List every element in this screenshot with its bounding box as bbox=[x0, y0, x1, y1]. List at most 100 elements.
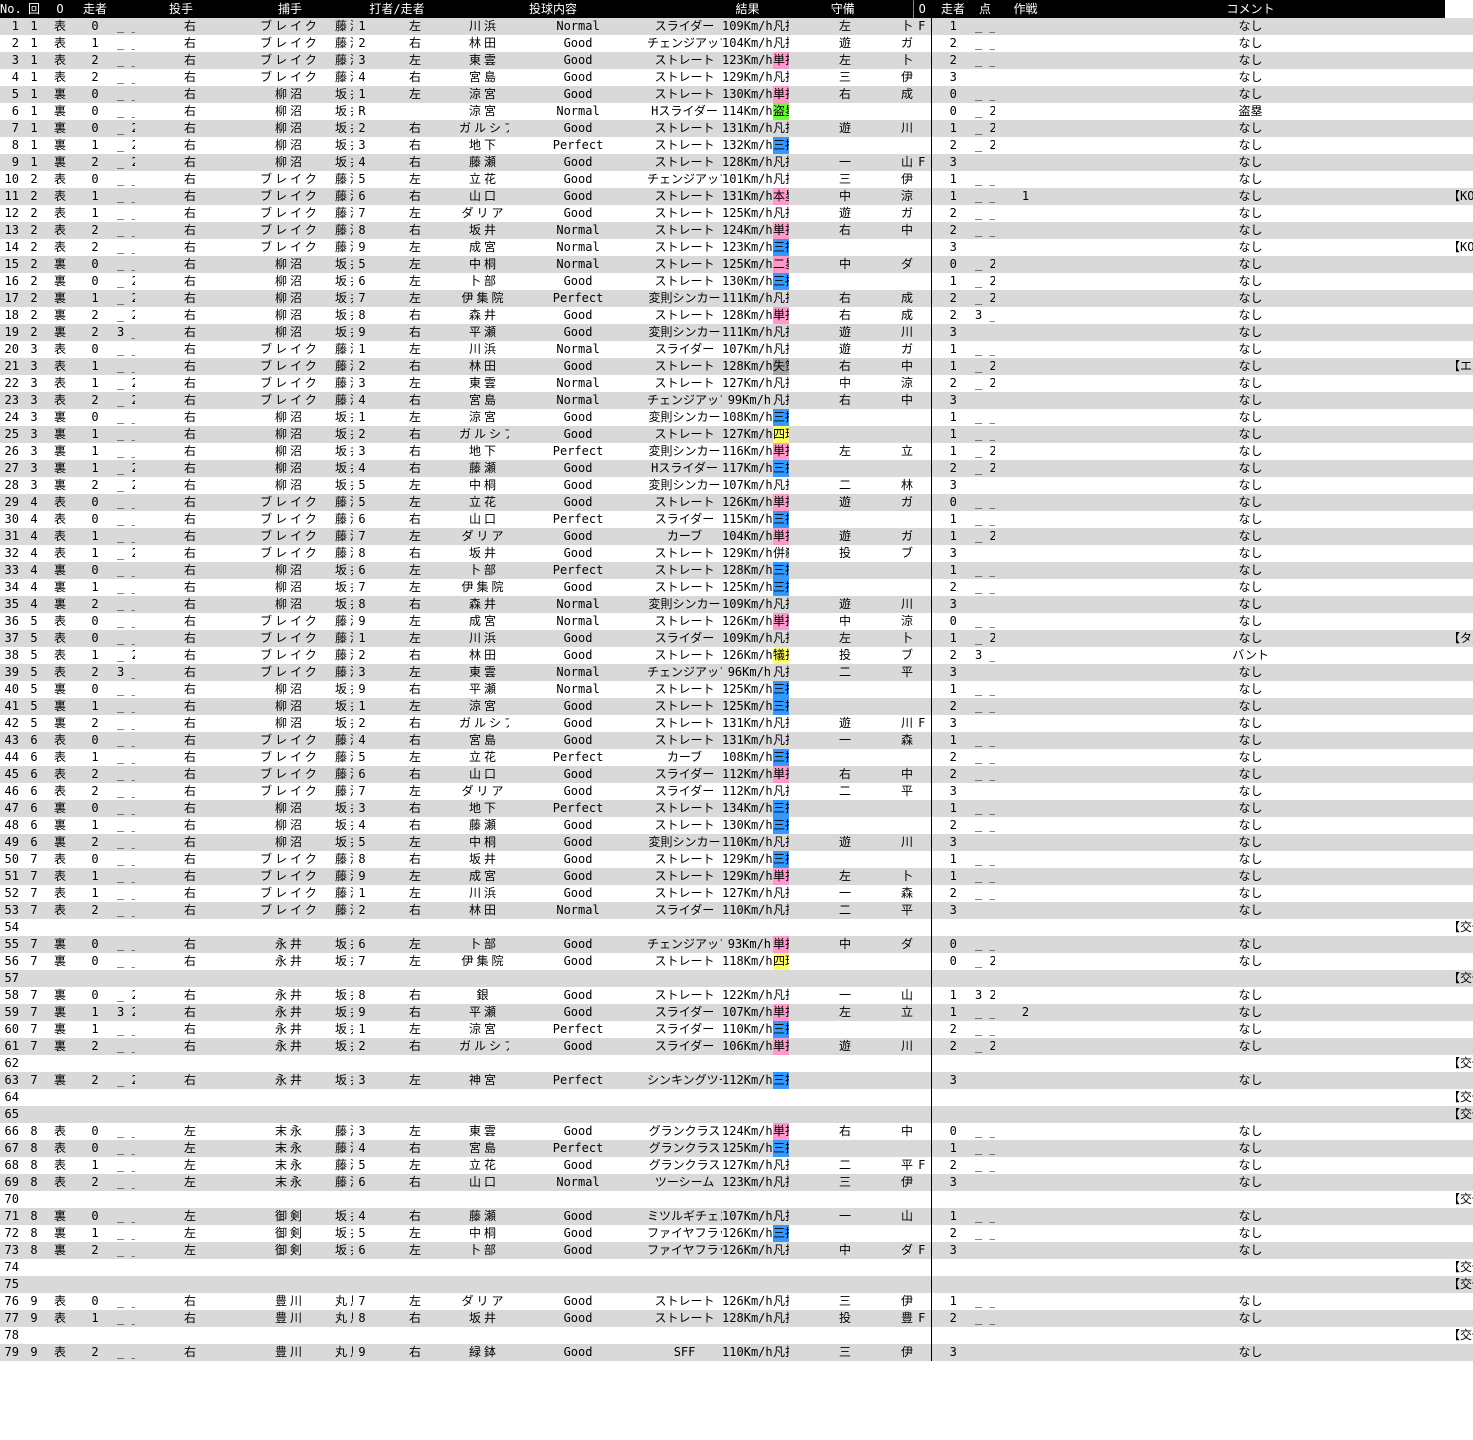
table-row[interactable]: 668表0_ _ _左末永藤瀬3左東雲Goodグランクラス124Km/h単打右中… bbox=[0, 1123, 1473, 1140]
table-row[interactable]: 799表2_ _ _右豊川丸馬9右緑鉢GoodSFF110Km/h凡打三伊集院3… bbox=[0, 1344, 1473, 1361]
table-row[interactable]: 233表2_ 2 _右ブレイク藤瀬4右宮島Normalチェンジアップ99Km/h… bbox=[0, 392, 1473, 409]
header-outs[interactable]: O bbox=[47, 0, 73, 18]
table-row[interactable]: 517表1_ _ _右ブレイク藤瀬9左成宮Goodストレート129Km/h単打左… bbox=[0, 868, 1473, 885]
table-row[interactable]: 304表0_ _ 1右ブレイク藤瀬6右山口Perfectスライダー115Km/h… bbox=[0, 511, 1473, 528]
table-row[interactable]: 21表1_ _ _右ブレイク藤瀬2右林田Goodチェンジアップ104Km/h凡打… bbox=[0, 35, 1473, 52]
header-comment[interactable]: コメント bbox=[1056, 0, 1446, 18]
header-speed[interactable] bbox=[647, 0, 723, 18]
table-row[interactable]: 425裏2_ _ _右柳沼坂井2右ガルシアGoodストレート131Km/h凡打遊… bbox=[0, 715, 1473, 732]
table-row[interactable]: 587裏0_ 2 1右永井坂井8右銀Goodストレート122Km/h凡打一山口1… bbox=[0, 987, 1473, 1004]
header-catcher[interactable]: 捕手 bbox=[245, 0, 336, 18]
header-result[interactable]: 結果 bbox=[722, 0, 774, 18]
inning-cell: 3 bbox=[21, 477, 47, 494]
table-row[interactable]: 283裏2_ 2 1右柳沼坂井5左中桐Good変則シンカー107Km/h凡打二林… bbox=[0, 477, 1473, 494]
table-row[interactable]: 213表1_ _ _右ブレイク藤瀬2右林田Goodストレート128Km/h失策右… bbox=[0, 358, 1473, 375]
header-inning[interactable]: 回 bbox=[21, 0, 47, 18]
table-row[interactable]: 152裏0_ _ _右柳沼坂井5左中桐Normalストレート125Km/h二塁打… bbox=[0, 256, 1473, 273]
table-row[interactable]: 507表0_ _ _右ブレイク藤瀬8右坂井Goodストレート129Km/h三振1… bbox=[0, 851, 1473, 868]
table-row[interactable]: 688表1_ _ 1左末永藤瀬5左立花Goodグランクラス127Km/h凡打二平… bbox=[0, 1157, 1473, 1174]
table-row[interactable]: 11表0_ _ _右ブレイク藤瀬1左川浜Normalスライダー109Km/h凡打… bbox=[0, 18, 1473, 35]
table-row[interactable]: 567裏0_ _ 1右永井坂井7左伊集院Goodストレート118Km/h四球0_… bbox=[0, 953, 1473, 970]
batting-order-cell: 3 bbox=[353, 52, 372, 69]
table-row[interactable]: 51裏0_ _ _右柳沼坂井1左涼宮Goodストレート130Km/h単打右成宮0… bbox=[0, 86, 1473, 103]
table-row[interactable]: 203表0_ _ _右ブレイク藤瀬1左川浜Normalスライダー107Km/h凡… bbox=[0, 341, 1473, 358]
table-row[interactable]: 436表0_ _ _右ブレイク藤瀬4右宮島Goodストレート131Km/h凡打一… bbox=[0, 732, 1473, 749]
table-row[interactable]: 182裏2_ 2 _右柳沼坂井8右森井Goodストレート128Km/h単打右成宮… bbox=[0, 307, 1473, 324]
table-row[interactable]: 718裏0_ _ _左御剣坂井4右藤瀬Goodミツルギチェンジ107Km/h凡打… bbox=[0, 1208, 1473, 1225]
table-row[interactable]: 324表1_ 2 1右ブレイク藤瀬8右坂井Goodストレート129Km/h併殺投… bbox=[0, 545, 1473, 562]
header-pitch[interactable]: 投球内容 bbox=[459, 0, 648, 18]
table-row[interactable]: 273裏1_ 2 1右柳沼坂井4右藤瀬GoodHスライダー117Km/h三振2_… bbox=[0, 460, 1473, 477]
table-row[interactable]: 54【交代】投手：柳沼→永井 bbox=[0, 919, 1473, 936]
header-defense[interactable]: 守備 bbox=[773, 0, 914, 18]
table-row[interactable]: 557裏0_ _ _右永井坂井6左卜部Goodチェンジアップ93Km/h単打中ダ… bbox=[0, 936, 1473, 953]
header-runners-after[interactable]: 走者 bbox=[931, 0, 976, 18]
table-row[interactable]: 62【交代】代打：地下→神宮 bbox=[0, 1055, 1473, 1072]
table-row[interactable]: 344裏1_ _ _右柳沼坂井7左伊集院Goodストレート125Km/h三振2_… bbox=[0, 579, 1473, 596]
table-row[interactable]: 41表2_ _ 1右ブレイク藤瀬4右宮島Goodストレート129Km/h凡打三伊… bbox=[0, 69, 1473, 86]
table-row[interactable]: 354裏2_ _ _右柳沼坂井8右森井Normal変則シンカー109Km/h凡打… bbox=[0, 596, 1473, 613]
table-row[interactable]: 78【交代】代打：成宮→緑鉢 bbox=[0, 1327, 1473, 1344]
table-row[interactable]: 698表2_ _ 1左末永藤瀬6右山口Normalツーシーム123Km/h凡打三… bbox=[0, 1174, 1473, 1191]
table-row[interactable]: 314表1_ _ 1右ブレイク藤瀬7左ダリアGoodカーブ104Km/h単打遊ガ… bbox=[0, 528, 1473, 545]
table-row[interactable]: 91裏2_ 2 _右柳沼坂井4右藤瀬Goodストレート128Km/h凡打一山口F… bbox=[0, 154, 1473, 171]
header-batter[interactable]: 打者/走者 bbox=[335, 0, 460, 18]
header-runners[interactable]: 走者 bbox=[73, 0, 117, 18]
table-row[interactable]: 74【交代】投手：末永→豊川 bbox=[0, 1259, 1473, 1276]
table-row[interactable]: 70【交代】投手：永井→御剣 bbox=[0, 1191, 1473, 1208]
table-row[interactable]: 334裏0_ _ _右柳沼坂井6左卜部Perfectストレート128Km/h三振… bbox=[0, 562, 1473, 579]
table-row[interactable]: 476裏0_ _ _右柳沼坂井3右地下Perfectストレート134Km/h三振… bbox=[0, 800, 1473, 817]
table-row[interactable]: 162裏0_ 2 _右柳沼坂井6左卜部Goodストレート130Km/h三振1_ … bbox=[0, 273, 1473, 290]
table-row[interactable]: 253裏1_ _ _右柳沼坂井2右ガルシアGoodストレート127Km/h四球1… bbox=[0, 426, 1473, 443]
table-row[interactable]: 537表2_ _ 1右ブレイク藤瀬2右林田Normalスライダー110Km/h凡… bbox=[0, 902, 1473, 919]
table-row[interactable]: 102表0_ _ _右ブレイク藤瀬5左立花Goodチェンジアップ101Km/h凡… bbox=[0, 171, 1473, 188]
table-row[interactable]: 597裏13 2 _右永井坂井9右平瀬Goodスライダー107Km/h単打左立花… bbox=[0, 1004, 1473, 1021]
table-row[interactable]: 405裏0_ _ _右柳沼坂井9右平瀬Normalストレート125Km/h三振1… bbox=[0, 681, 1473, 698]
table-row[interactable]: 446表1_ _ _右ブレイク藤瀬5左立花Perfectカーブ108Km/h三振… bbox=[0, 749, 1473, 766]
table-row[interactable]: 395表23 _ _右ブレイク藤瀬3左東雲Normalチェンジアップ96Km/h… bbox=[0, 664, 1473, 681]
table-row[interactable]: 243裏0_ _ _右柳沼坂井1左涼宮Good変則シンカー108Km/h三振1_… bbox=[0, 409, 1473, 426]
comment-cell bbox=[1445, 1140, 1473, 1157]
header-score[interactable]: 点 bbox=[975, 0, 996, 18]
table-row[interactable]: 617裏2_ _ 1右永井坂井2右ガルシアGoodスライダー106Km/h単打遊… bbox=[0, 1038, 1473, 1055]
table-row[interactable]: 61裏0_ _ 1右柳沼坂井R涼宮NormalHスライダー114Km/h盗塁0_… bbox=[0, 103, 1473, 120]
table-row[interactable]: 142表2_ _ 1右ブレイク藤瀬9左成宮Normalストレート123Km/h三… bbox=[0, 239, 1473, 256]
table-row[interactable]: 637裏2_ 2 1右永井坂井3左神宮Perfectシンキングツーシーム112K… bbox=[0, 1072, 1473, 1089]
table-row[interactable]: 65【交代】中堅：涼宮→古美門 bbox=[0, 1106, 1473, 1123]
table-row[interactable]: 779表1_ _ _右豊川丸馬8右坂井Goodストレート128Km/h凡打投豊川… bbox=[0, 1310, 1473, 1327]
table-row[interactable]: 466表2_ _ 1右ブレイク藤瀬7左ダリアGoodスライダー112Km/h凡打… bbox=[0, 783, 1473, 800]
table-row[interactable]: 64【交代】投手：ブレイク→末永 bbox=[0, 1089, 1473, 1106]
table-row[interactable]: 496裏2_ _ _右柳沼坂井5左中桐Good変則シンカー110Km/h凡打遊川… bbox=[0, 834, 1473, 851]
header-no[interactable]: No. bbox=[0, 0, 21, 18]
table-row[interactable]: 81裏1_ 2 _右柳沼坂井3右地下Perfectストレート132Km/h三振2… bbox=[0, 137, 1473, 154]
table-row[interactable]: 223表1_ 2 _右ブレイク藤瀬3左東雲Normalストレート127Km/h凡… bbox=[0, 375, 1473, 392]
table-row[interactable]: 172裏1_ 2 _右柳沼坂井7左伊集院Perfect変則シンカー111Km/h… bbox=[0, 290, 1473, 307]
table-row[interactable]: 527表1_ _ 1右ブレイク藤瀬1左川浜Goodストレート127Km/h凡打一… bbox=[0, 885, 1473, 902]
header-pitcher[interactable]: 投手 bbox=[117, 0, 246, 18]
header-outs-after[interactable]: O bbox=[912, 0, 932, 18]
table-row[interactable]: 738裏2_ _ _左御剣坂井6左卜部Goodファイヤフラッシュ126Km/h凡… bbox=[0, 1242, 1473, 1259]
table-row[interactable]: 57【交代】代打：森井→銀 bbox=[0, 970, 1473, 987]
table-row[interactable]: 192裏23 _ 1右柳沼坂井9右平瀬Good変則シンカー111Km/h凡打遊川… bbox=[0, 324, 1473, 341]
table-row[interactable]: 456表2_ _ _右ブレイク藤瀬6右山口Goodスライダー112Km/h単打右… bbox=[0, 766, 1473, 783]
table-row[interactable]: 678表0_ _ 1左末永藤瀬4右宮島Perfectグランクラス125Km/h三… bbox=[0, 1140, 1473, 1157]
table-row[interactable]: 75【交代】捕手：藤瀬→丸馬 bbox=[0, 1276, 1473, 1293]
table-row[interactable]: 365表0_ _ _右ブレイク藤瀬9左成宮Normalストレート126Km/h単… bbox=[0, 613, 1473, 630]
table-row[interactable]: 375表0_ _ 1右ブレイク藤瀬1左川浜Goodスライダー109Km/h凡打左… bbox=[0, 630, 1473, 647]
comment-cell: 【KOレベル】レベル1から0へ bbox=[1445, 239, 1473, 256]
table-row[interactable]: 728裏1_ _ _左御剣坂井5左中桐Goodファイヤフラッシュ126Km/h三… bbox=[0, 1225, 1473, 1242]
table-row[interactable]: 294表0_ _ _右ブレイク藤瀬5左立花Goodストレート126Km/h単打遊… bbox=[0, 494, 1473, 511]
table-row[interactable]: 71裏0_ 2 _右柳沼坂井2右ガルシアGoodストレート131Km/h凡打遊川… bbox=[0, 120, 1473, 137]
table-row[interactable]: 385表1_ 2 _右ブレイク藤瀬2右林田Goodストレート126Km/h犠打投… bbox=[0, 647, 1473, 664]
table-row[interactable]: 132表2_ _ _右ブレイク藤瀬8右坂井Normalストレート124Km/h単… bbox=[0, 222, 1473, 239]
table-row[interactable]: 122表1_ _ _右ブレイク藤瀬7左ダリアGoodストレート125Km/h凡打… bbox=[0, 205, 1473, 222]
table-row[interactable]: 486裏1_ _ _右柳沼坂井4右藤瀬Goodストレート130Km/h三振2_ … bbox=[0, 817, 1473, 834]
table-row[interactable]: 415裏1_ _ _右柳沼坂井1左涼宮Goodストレート125Km/h三振2_ … bbox=[0, 698, 1473, 715]
table-row[interactable]: 31表2_ _ _右ブレイク藤瀬3左東雲Goodストレート123Km/h単打左卜… bbox=[0, 52, 1473, 69]
runners-cell: _ 2 _ bbox=[117, 273, 135, 290]
table-row[interactable]: 112表1_ _ _右ブレイク藤瀬6右山口Goodストレート131Km/h本塁打… bbox=[0, 188, 1473, 205]
table-row[interactable]: 769表0_ _ _右豊川丸馬7左ダリアGoodストレート126Km/h凡打三伊… bbox=[0, 1293, 1473, 1310]
table-row[interactable]: 607裏1_ _ 1右永井坂井1左涼宮Perfectスライダー110Km/h三振… bbox=[0, 1021, 1473, 1038]
table-row[interactable]: 263裏1_ _ 1右柳沼坂井3右地下Perfect変則シンカー116Km/h単… bbox=[0, 443, 1473, 460]
header-strategy[interactable]: 作戦 bbox=[995, 0, 1057, 18]
